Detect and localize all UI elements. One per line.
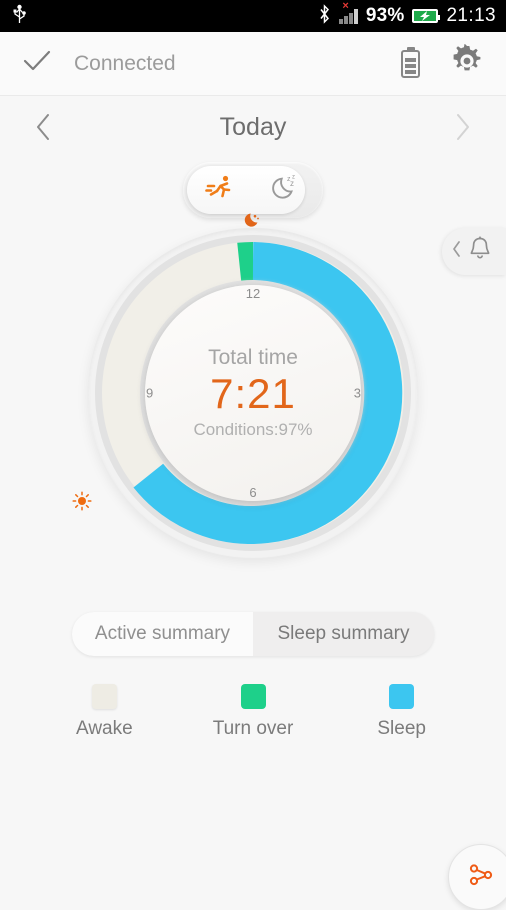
share-button[interactable] (448, 844, 506, 910)
moon-zzz-icon: z z z (270, 172, 302, 209)
date-nav: Today (0, 96, 506, 158)
bell-icon (465, 234, 495, 269)
alarm-drawer-tab[interactable] (442, 228, 506, 275)
status-bar-left (12, 4, 27, 29)
legend-label-sleep: Sleep (377, 718, 426, 739)
legend-label-turnover: Turn over (212, 718, 294, 739)
sleep-ring-chart: Total time 7:21 Conditions:97% 12 3 6 9 (72, 213, 418, 558)
connection-status-label: Connected (74, 51, 176, 75)
status-bar-right: × 93% 21:13 (318, 0, 496, 29)
status-bar: × 93% 21:13 (0, 0, 506, 32)
current-day-label: Today (219, 112, 287, 141)
device-battery-icon[interactable] (401, 49, 420, 78)
share-icon (466, 860, 496, 895)
app-bar: Connected (0, 32, 506, 96)
check-icon[interactable] (22, 49, 52, 78)
running-person-icon (205, 173, 235, 208)
bluetooth-icon (318, 3, 331, 29)
total-time-value: 7:21 (210, 369, 296, 417)
chart-legend: Awake Turn over Sleep (0, 684, 506, 740)
signal-error-mark: × (342, 0, 349, 12)
mode-option-active[interactable] (187, 173, 253, 208)
battery-charging-icon (412, 9, 441, 23)
legend-label-awake: Awake (75, 718, 133, 739)
hour-mark-6: 6 (249, 485, 257, 500)
hour-mark-3: 3 (353, 385, 361, 401)
svg-text:z: z (290, 179, 294, 188)
battery-percent-label: 93% (365, 5, 405, 26)
hour-mark-12: 12 (245, 286, 261, 301)
hour-mark-9: 9 (146, 385, 154, 401)
tab-sleep-summary[interactable]: Sleep summary (253, 612, 434, 656)
legend-swatch-turnover (240, 684, 266, 709)
conditions-label: Conditions:97% (193, 420, 313, 440)
total-time-label: Total time (208, 345, 298, 369)
tab-active-summary[interactable]: Active summary (72, 612, 253, 656)
summary-tabs: Active summary Sleep summary (72, 612, 434, 656)
app-bar-actions (401, 43, 484, 83)
chevron-left-icon (451, 239, 462, 264)
gear-icon[interactable] (450, 43, 484, 83)
ring-center-disc: Total time 7:21 Conditions:97% (145, 285, 361, 501)
legend-item-awake: Awake (30, 684, 179, 740)
legend-item-sleep: Sleep (327, 684, 476, 740)
signal-bars-icon: × (339, 0, 358, 24)
clock-label: 21:13 (446, 5, 496, 26)
legend-swatch-sleep (389, 684, 415, 709)
usb-icon (12, 4, 27, 29)
ring-segment-turnover (237, 242, 254, 281)
legend-item-turnover: Turn over (179, 684, 328, 740)
legend-swatch-awake (91, 684, 117, 709)
mode-option-sleep[interactable]: z z z (253, 172, 319, 209)
wakeup-sun-icon (72, 491, 92, 516)
